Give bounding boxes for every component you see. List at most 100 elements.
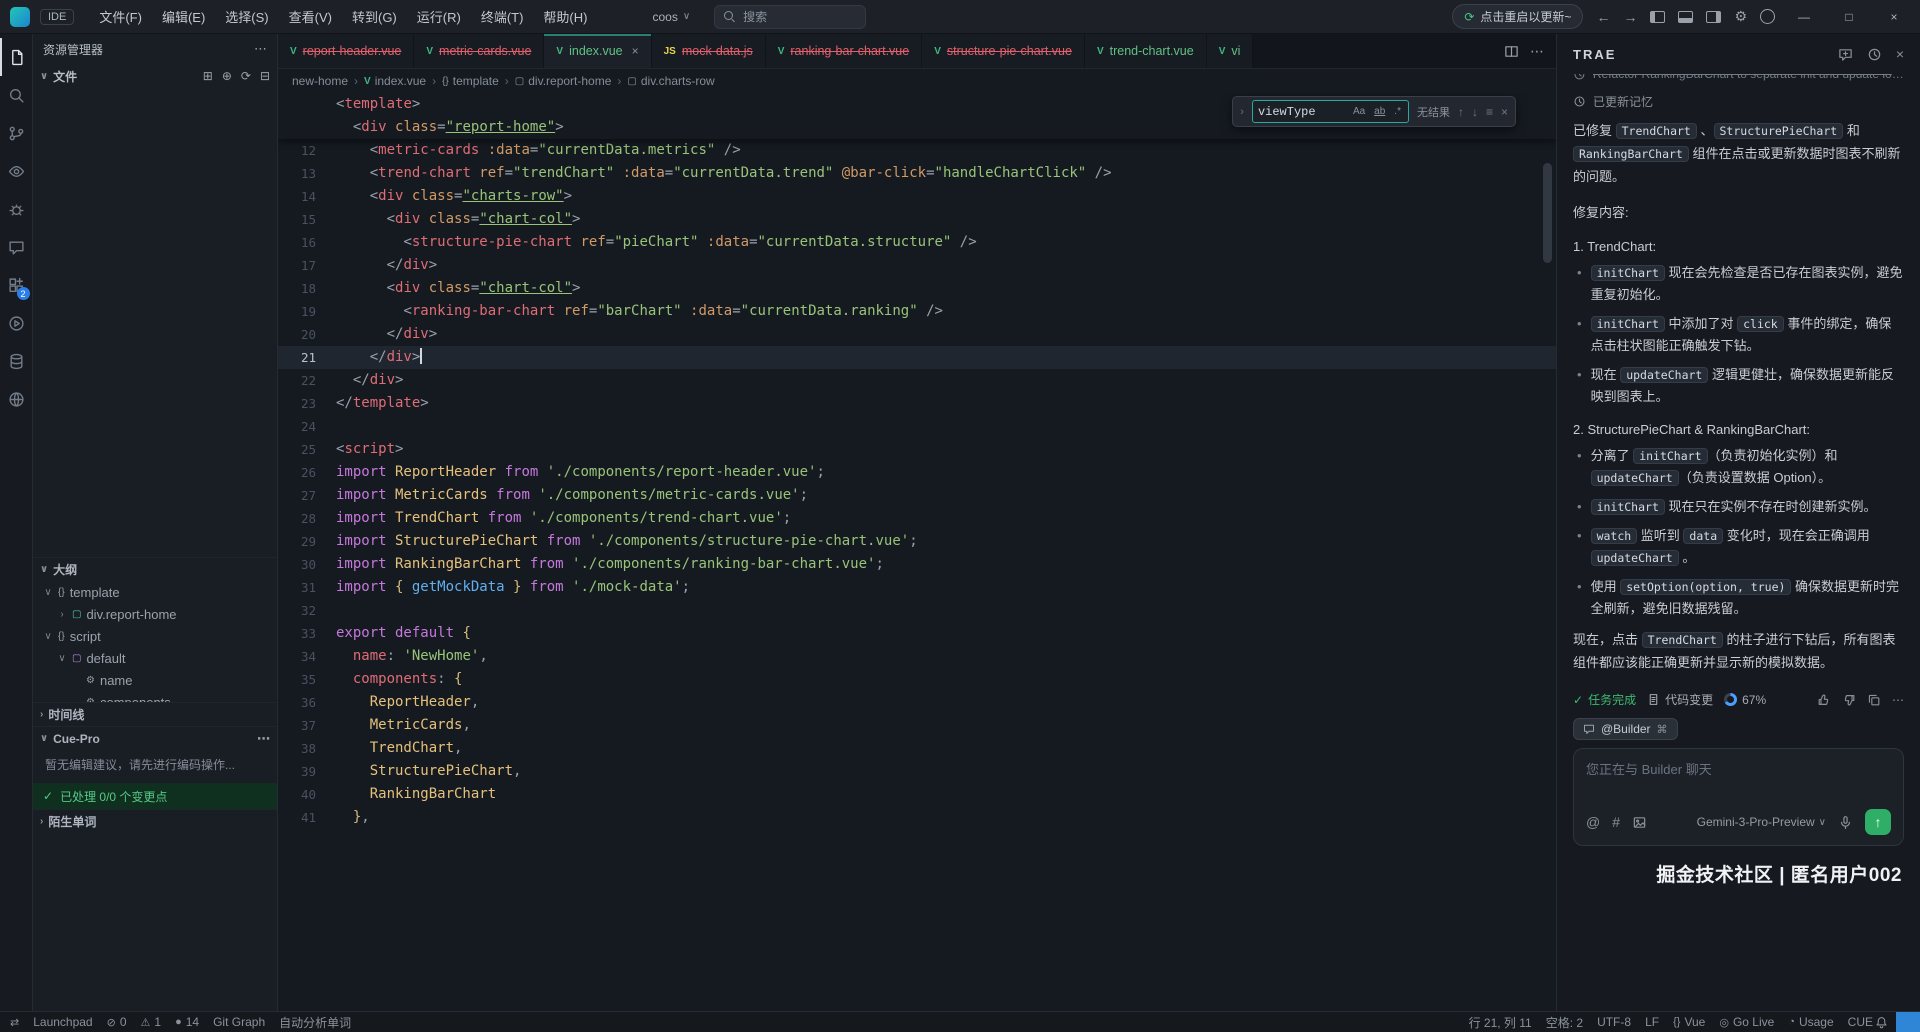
code-line-19[interactable]: 19 <ranking-bar-chart ref="barChart" :da… xyxy=(278,300,1556,323)
code-line-17[interactable]: 17 </div> xyxy=(278,254,1556,277)
status-git-graph[interactable]: Git Graph xyxy=(213,1015,265,1029)
activity-database[interactable] xyxy=(0,342,33,380)
regex-toggle[interactable]: .* xyxy=(1392,105,1403,118)
maximize-button[interactable]: □ xyxy=(1833,10,1865,24)
activity-explorer[interactable] xyxy=(0,38,33,76)
tab-vi[interactable]: V vi xyxy=(1207,34,1254,68)
code-line-41[interactable]: 41 }, xyxy=(278,806,1556,829)
close-button[interactable]: × xyxy=(1878,10,1910,24)
code-line-27[interactable]: 27 import MetricCards from './components… xyxy=(278,484,1556,507)
outline-item-div.report-home[interactable]: › ▢ div.report-home xyxy=(33,603,277,625)
status-cue[interactable]: CUE xyxy=(1848,1015,1873,1029)
code-line-13[interactable]: 13 <trend-chart ref="trendChart" :data="… xyxy=(278,162,1556,185)
activity-source-control[interactable] xyxy=(0,114,33,152)
more-actions-icon[interactable]: ⋯ xyxy=(254,41,267,57)
code-line-23[interactable]: 23 </template> xyxy=(278,392,1556,415)
toggle-sidebar-icon[interactable] xyxy=(1650,11,1665,23)
tab-mock-data.js[interactable]: JS mock-data.js xyxy=(652,34,766,68)
new-folder-icon[interactable]: ⊕ xyxy=(222,69,232,83)
copy-icon[interactable] xyxy=(1867,693,1881,707)
code-line-20[interactable]: 20 </div> xyxy=(278,323,1556,346)
more-actions-icon[interactable]: ⋯ xyxy=(257,731,270,747)
timeline-section-header[interactable]: › 时间线 xyxy=(33,702,277,726)
status-problems-errors[interactable]: ⊘ 0 xyxy=(107,1015,127,1029)
chat-input-placeholder[interactable]: 您正在与 Builder 聊天 xyxy=(1586,759,1891,809)
code-line-35[interactable]: 35 components: { xyxy=(278,668,1556,691)
code-line-36[interactable]: 36 ReportHeader, xyxy=(278,691,1556,714)
voice-input-icon[interactable] xyxy=(1838,815,1853,830)
outline-item-default[interactable]: ∨ ▢ default xyxy=(33,647,277,669)
status-launchpad[interactable]: Launchpad xyxy=(33,1015,92,1029)
status-remote-indicator[interactable]: ⇄ xyxy=(10,1016,19,1029)
tab-metric-cards.vue[interactable]: V metric-cards.vue xyxy=(414,34,544,68)
toggle-panel-icon[interactable] xyxy=(1678,11,1693,23)
activity-preview[interactable] xyxy=(0,152,33,190)
code-line-38[interactable]: 38 TrendChart, xyxy=(278,737,1556,760)
notifications-bell-icon[interactable] xyxy=(1875,1016,1888,1029)
files-section-header[interactable]: ∨ 文件 ⊞ ⊕ ⟳ ⊟ xyxy=(33,64,277,88)
back-button[interactable]: ← xyxy=(1596,9,1610,25)
more-actions-icon[interactable]: ⋯ xyxy=(1530,43,1544,60)
global-search[interactable]: 搜索 xyxy=(714,5,866,29)
whole-word-toggle[interactable]: ab xyxy=(1372,105,1387,118)
minimize-button[interactable]: — xyxy=(1788,10,1820,24)
find-expand-icon[interactable]: › xyxy=(1240,106,1244,118)
code-line-21[interactable]: 21 </div> xyxy=(278,346,1556,369)
scrollbar-thumb[interactable] xyxy=(1543,163,1552,263)
split-editor-icon[interactable] xyxy=(1504,44,1519,59)
code-line-25[interactable]: 25 <script> xyxy=(278,438,1556,461)
menu-item-4[interactable]: 转到(G) xyxy=(343,4,406,29)
status-indentation[interactable]: 空格: 2 xyxy=(1546,1014,1583,1031)
restart-update-button[interactable]: ⟳ 点击重启以更新~ xyxy=(1452,4,1583,29)
code-line-16[interactable]: 16 <structure-pie-chart ref="pieChart" :… xyxy=(278,231,1556,254)
code-line-22[interactable]: 22 </div> xyxy=(278,369,1556,392)
status-cursor-position[interactable]: 行 21, 列 11 xyxy=(1469,1014,1532,1031)
breadcrumb-item-2[interactable]: {}template xyxy=(442,74,499,88)
attach-image-icon[interactable] xyxy=(1632,815,1647,830)
words-section-header[interactable]: › 陌生单词 xyxy=(33,809,277,833)
status-language-mode[interactable]: {} Vue xyxy=(1673,1015,1705,1029)
status-problems-hints[interactable]: ● 14 xyxy=(175,1015,199,1029)
code-line-18[interactable]: 18 <div class="chart-col"> xyxy=(278,277,1556,300)
code-line-26[interactable]: 26 import ReportHeader from './component… xyxy=(278,461,1556,484)
tab-trend-chart.vue[interactable]: V trend-chart.vue xyxy=(1085,34,1207,68)
code-line-12[interactable]: 12 <metric-cards :data="currentData.metr… xyxy=(278,139,1556,162)
chat-history-icon[interactable] xyxy=(1867,47,1882,62)
collapse-all-icon[interactable]: ⊟ xyxy=(260,69,270,83)
activity-search[interactable] xyxy=(0,76,33,114)
close-icon[interactable]: × xyxy=(1896,46,1904,62)
cuepro-section-header[interactable]: ∨ Cue-Pro ⋯ xyxy=(33,726,277,750)
status-auto-analyze-words[interactable]: 自动分析单词 xyxy=(279,1014,351,1031)
new-chat-icon[interactable] xyxy=(1838,47,1853,62)
menu-item-6[interactable]: 终端(T) xyxy=(472,4,533,29)
code-line-15[interactable]: 15 <div class="chart-col"> xyxy=(278,208,1556,231)
forward-button[interactable]: → xyxy=(1623,9,1637,25)
model-selector[interactable]: Gemini-3-Pro-Preview ∨ xyxy=(1697,815,1826,829)
code-line-14[interactable]: 14 <div class="charts-row"> xyxy=(278,185,1556,208)
outline-item-script[interactable]: ∨ {} script xyxy=(33,625,277,647)
command-icon[interactable]: # xyxy=(1612,814,1620,830)
code-line-37[interactable]: 37 MetricCards, xyxy=(278,714,1556,737)
more-actions-icon[interactable]: ⋯ xyxy=(1892,693,1904,707)
menu-item-5[interactable]: 运行(R) xyxy=(408,4,470,29)
close-icon[interactable]: × xyxy=(1501,105,1508,119)
tab-ranking-bar-chart.vue[interactable]: V ranking-bar-chart.vue xyxy=(766,34,922,68)
code-line-34[interactable]: 34 name: 'NewHome', xyxy=(278,645,1556,668)
breadcrumb-item-3[interactable]: ▢div.report-home xyxy=(515,74,612,88)
mention-icon[interactable]: @ xyxy=(1586,814,1600,830)
tab-structure-pie-chart.vue[interactable]: V structure-pie-chart.vue xyxy=(922,34,1085,68)
menu-item-2[interactable]: 选择(S) xyxy=(216,4,277,29)
code-line-33[interactable]: 33 export default { xyxy=(278,622,1556,645)
code-line-24[interactable]: 24 xyxy=(278,415,1556,438)
outline-section-header[interactable]: ∨ 大纲 xyxy=(33,557,277,581)
outline-item-template[interactable]: ∨ {} template xyxy=(33,581,277,603)
activity-extensions[interactable]: 2 xyxy=(0,266,33,304)
code-changes-button[interactable]: 代码变更 xyxy=(1647,691,1713,708)
status-eol[interactable]: LF xyxy=(1645,1015,1659,1029)
project-selector[interactable]: coos ∨ xyxy=(652,10,690,24)
breadcrumb-item-1[interactable]: Vindex.vue xyxy=(364,74,426,88)
chat-input-card[interactable]: 您正在与 Builder 聊天 @ # Gemini-3-Pro-Preview… xyxy=(1573,748,1904,846)
new-file-icon[interactable]: ⊞ xyxy=(203,69,213,83)
breadcrumb-item-4[interactable]: ▢div.charts-row xyxy=(627,74,714,88)
code-line-32[interactable]: 32 xyxy=(278,599,1556,622)
